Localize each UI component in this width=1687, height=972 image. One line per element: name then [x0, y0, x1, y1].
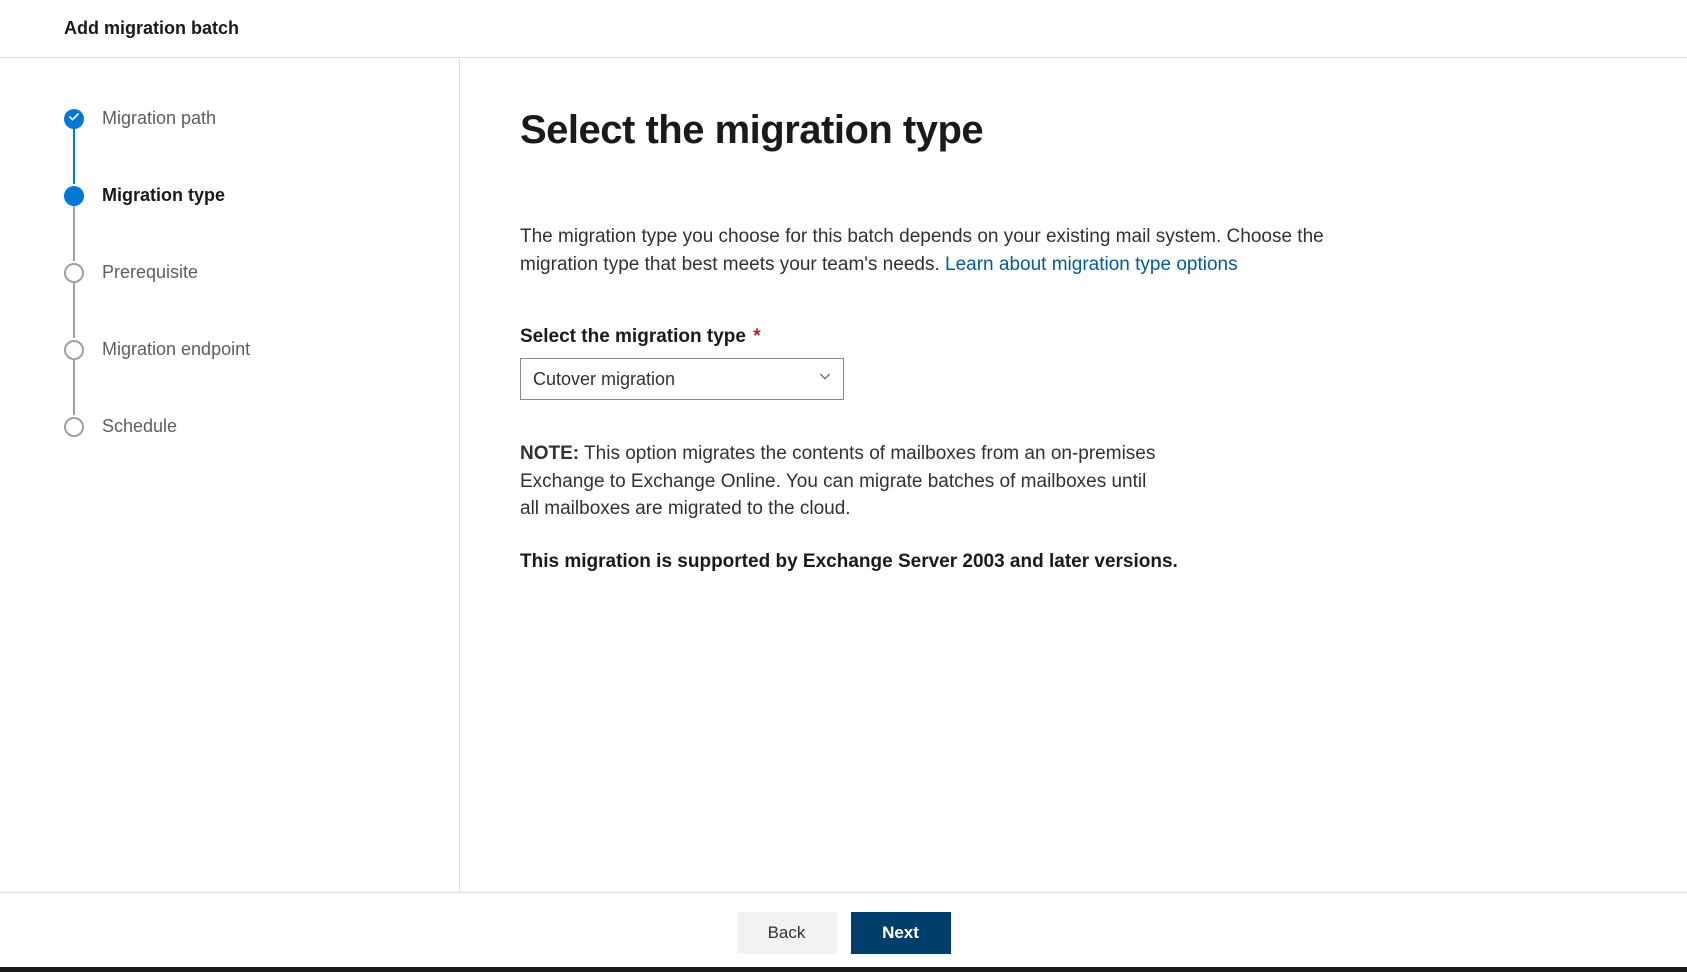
step-icon-current — [64, 186, 84, 206]
footer-bottom-bar — [0, 967, 1687, 972]
step-icon-pending — [64, 417, 84, 437]
step-label: Schedule — [102, 416, 177, 437]
step-connector — [73, 205, 75, 261]
step-icon-pending — [64, 340, 84, 360]
step-label: Migration type — [102, 185, 225, 206]
step-migration-path[interactable]: Migration path — [64, 108, 459, 185]
step-connector — [73, 282, 75, 338]
migration-type-select-wrapper: Cutover migration — [520, 358, 844, 400]
step-label: Prerequisite — [102, 262, 198, 283]
step-list: Migration path Migration type Prerequisi… — [64, 108, 459, 437]
note-label: NOTE: — [520, 443, 579, 464]
main-content: Select the migration type The migration … — [460, 58, 1460, 892]
step-label: Migration path — [102, 108, 216, 129]
checkmark-icon — [68, 110, 80, 128]
page-title: Add migration batch — [64, 18, 1687, 39]
note-text: This option migrates the contents of mai… — [520, 443, 1155, 519]
description-text: The migration type you choose for this b… — [520, 223, 1400, 278]
step-connector — [73, 359, 75, 415]
step-schedule[interactable]: Schedule — [64, 416, 459, 437]
step-prerequisite[interactable]: Prerequisite — [64, 262, 459, 339]
step-label: Migration endpoint — [102, 339, 250, 360]
support-text: This migration is supported by Exchange … — [520, 551, 1400, 573]
migration-type-label: Select the migration type * — [520, 326, 1400, 348]
note-block: NOTE: This option migrates the contents … — [520, 440, 1170, 523]
step-migration-endpoint[interactable]: Migration endpoint — [64, 339, 459, 416]
migration-type-select[interactable]: Cutover migration — [520, 358, 844, 400]
next-button[interactable]: Next — [851, 912, 951, 954]
step-connector — [73, 128, 75, 184]
step-icon-pending — [64, 263, 84, 283]
required-indicator: * — [753, 326, 760, 347]
page-header: Add migration batch — [0, 0, 1687, 58]
step-icon-completed — [64, 109, 84, 129]
select-value: Cutover migration — [533, 369, 675, 390]
wizard-sidebar: Migration path Migration type Prerequisi… — [0, 58, 460, 892]
back-button[interactable]: Back — [737, 912, 837, 954]
field-label-text: Select the migration type — [520, 326, 746, 347]
step-migration-type[interactable]: Migration type — [64, 185, 459, 262]
wizard-footer: Back Next — [0, 892, 1687, 972]
body-area: Migration path Migration type Prerequisi… — [0, 58, 1687, 892]
learn-more-link[interactable]: Learn about migration type options — [945, 254, 1238, 275]
main-title: Select the migration type — [520, 108, 1400, 153]
